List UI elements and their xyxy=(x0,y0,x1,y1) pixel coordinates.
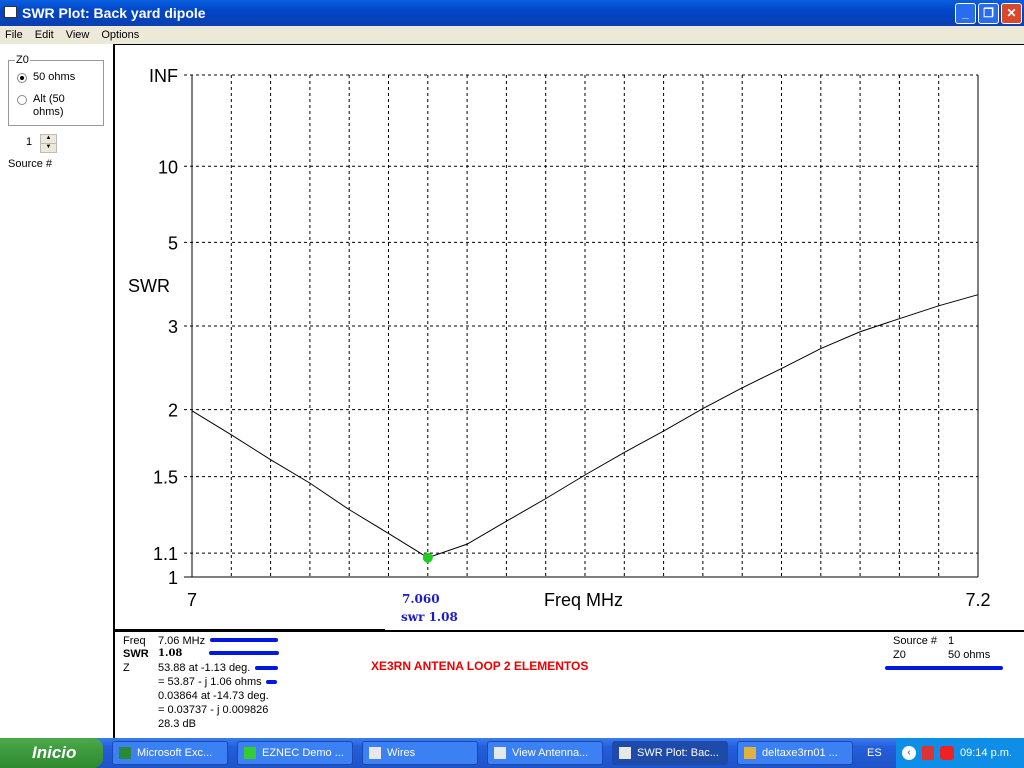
x-axis-label: Freq MHz xyxy=(544,590,624,610)
system-tray: ‹ 09:14 p.m. xyxy=(896,738,1024,768)
z0-value: 50 ohms xyxy=(948,649,991,661)
window-title: SWR Plot: Back yard dipole xyxy=(22,5,206,21)
swr-bar xyxy=(209,651,279,655)
maximize-button[interactable]: ❐ xyxy=(978,3,999,24)
task-swr-plot[interactable]: SWR Plot: Bac... xyxy=(612,741,728,765)
z0-group: Z0 50 ohms Alt (50 ohms) xyxy=(8,54,104,126)
radio-alt-ohms[interactable]: Alt (50 ohms) xyxy=(17,93,83,119)
z-rect: = 53.87 - j 1.06 ohms xyxy=(158,676,262,688)
tray-expand-icon[interactable]: ‹ xyxy=(902,746,917,760)
refl-rect: = 0.03737 - j 0.009826 xyxy=(158,704,269,716)
task-eznec[interactable]: EZNEC Demo ... xyxy=(237,741,353,765)
security-shield-icon[interactable] xyxy=(922,746,935,760)
swr-value: 1.08 xyxy=(158,648,183,659)
task-deltaxe3rn01[interactable]: deltaxe3rn01 ... xyxy=(737,741,853,765)
radio-label: 50 ohms xyxy=(33,71,76,83)
task-excel[interactable]: Microsoft Exc... xyxy=(112,741,228,765)
radio-icon xyxy=(17,95,27,105)
start-label: Inicio xyxy=(32,743,77,762)
task-label: Microsoft Exc... xyxy=(137,747,213,759)
menu-edit[interactable]: Edit xyxy=(35,29,54,41)
plot-title: XE3RN ANTENA LOOP 2 ELEMENTOS xyxy=(371,659,589,673)
z0-bar xyxy=(885,666,1003,670)
menu-file[interactable]: File xyxy=(5,29,23,41)
cursor-swr: swr 1.08 xyxy=(401,610,458,624)
task-wires[interactable]: Wires xyxy=(362,741,478,765)
z0-group-label: Z0 xyxy=(15,54,30,66)
left-pane: Z0 50 ohms Alt (50 ohms) 1 ▲ ▼ Source # xyxy=(0,44,113,738)
paint-icon xyxy=(744,747,756,759)
cursor-freq: 7.060 xyxy=(402,592,440,606)
task-label: Wires xyxy=(387,747,416,759)
freq-value: 7.06 MHz xyxy=(158,635,206,647)
z0-label: Z0 xyxy=(893,649,906,661)
window-icon xyxy=(369,747,381,759)
minimize-button[interactable]: _ xyxy=(955,3,976,24)
z-polar: 53.88 at -1.13 deg. xyxy=(158,662,251,674)
info-panel: Freq 7.06 MHz SWR 1.08 Z 53.88 at -1.13 … xyxy=(113,630,1024,738)
window-icon xyxy=(619,747,631,759)
menu-bar: File Edit View Options xyxy=(0,26,1024,44)
swr-label: SWR xyxy=(123,648,149,660)
menu-view[interactable]: View xyxy=(66,29,90,41)
return-loss: 28.3 dB xyxy=(158,718,196,730)
app-icon xyxy=(4,6,17,18)
source-label: Source # xyxy=(8,158,53,170)
excel-icon xyxy=(119,747,131,759)
title-bar: SWR Plot: Back yard dipole _ ❐ ✕ xyxy=(0,0,1024,26)
radio-50-ohms[interactable]: 50 ohms xyxy=(17,71,75,83)
source-value: 1 xyxy=(948,635,955,647)
radio-selected-icon xyxy=(17,73,27,83)
source-label: Source # xyxy=(893,635,938,647)
taskbar: Inicio Microsoft Exc... EZNEC Demo ... W… xyxy=(0,738,1024,768)
window-icon xyxy=(494,747,506,759)
refl-polar: 0.03864 at -14.73 deg. xyxy=(158,690,269,702)
source-number-value: 1 xyxy=(26,136,33,148)
eznec-icon xyxy=(244,747,256,759)
task-label: deltaxe3rn01 ... xyxy=(762,747,838,759)
start-button[interactable]: Inicio xyxy=(0,738,103,768)
task-view-antenna[interactable]: View Antenna... xyxy=(487,741,603,765)
source-spinner[interactable]: ▲ ▼ xyxy=(40,134,57,153)
language-indicator[interactable]: ES xyxy=(867,747,882,759)
z-label: Z xyxy=(123,662,130,674)
radio-label: Alt (50 ohms) xyxy=(33,93,65,118)
close-button[interactable]: ✕ xyxy=(1001,3,1022,24)
y-axis-label: SWR xyxy=(128,276,170,296)
freq-bar xyxy=(210,638,278,642)
z-bar xyxy=(255,666,278,670)
task-label: View Antenna... xyxy=(512,747,589,759)
menu-options[interactable]: Options xyxy=(101,29,139,41)
task-label: SWR Plot: Bac... xyxy=(637,747,719,759)
clock: 09:14 p.m. xyxy=(960,747,1012,759)
freq-label: Freq xyxy=(123,635,146,647)
z-rect-bar xyxy=(266,680,277,684)
task-label: EZNEC Demo ... xyxy=(262,747,344,759)
antivirus-icon[interactable] xyxy=(940,746,955,760)
